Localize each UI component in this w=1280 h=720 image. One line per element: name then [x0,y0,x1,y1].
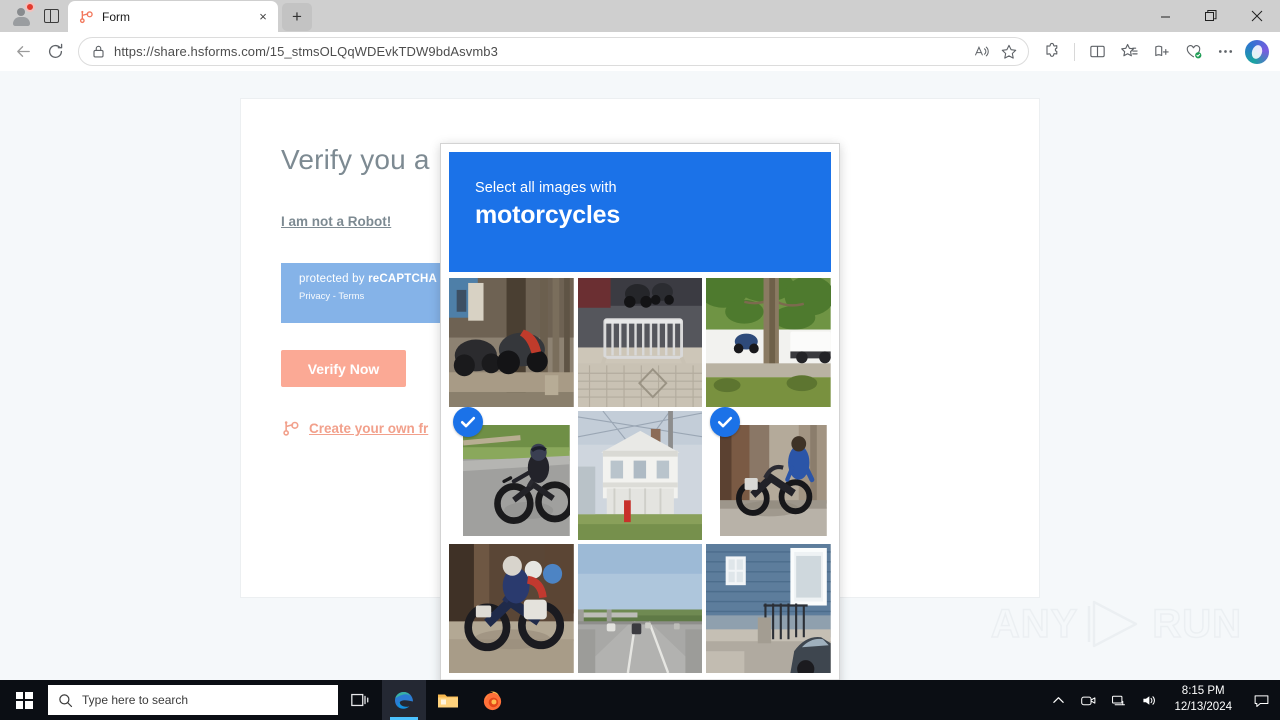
clock-time: 8:15 PM [1181,685,1225,698]
watermark-text-left: ANY [990,601,1079,647]
captcha-tile-6[interactable] [706,407,831,540]
recaptcha-prefix: protected by [299,273,369,285]
toolbar-divider [1074,42,1075,61]
notification-center-icon[interactable] [1248,680,1274,720]
captcha-tile-image-1 [449,278,574,407]
browser-toolbar: https://share.hsforms.com/15_stmsOLQqWDE… [0,32,1280,71]
captcha-tile-2[interactable] [577,278,703,407]
browser-window: Form × + https://share.hsforms.com/15_st… [0,0,1280,680]
page-viewport: Verify you a I am not a Robot! protected… [0,71,1280,680]
hubspot-sprocket-icon [283,421,299,436]
extensions-icon[interactable] [1037,37,1067,67]
start-button[interactable] [0,680,48,720]
close-button[interactable] [1234,0,1280,32]
clock-date: 12/13/2024 [1174,701,1232,713]
tab-close-icon[interactable]: × [254,8,272,26]
url-text: https://share.hsforms.com/15_stmsOLQqWDE… [114,44,498,59]
captcha-tile-9[interactable] [706,544,831,673]
captcha-tile-image-6 [720,425,827,536]
watermark-text-right: RUN [1152,601,1242,647]
tab-title: Form [102,9,130,24]
captcha-prompt-line1: Select all images with [475,180,617,196]
volume-icon[interactable] [1138,690,1158,710]
system-tray: 8:15 PM 12/13/2024 [1048,680,1280,720]
captcha-tile-1[interactable] [449,278,574,407]
captcha-tile-8[interactable] [577,544,703,673]
captcha-tile-image-9 [706,544,831,673]
captcha-prompt-line2: motorcycles [475,201,621,229]
task-view-icon[interactable] [338,680,382,720]
captcha-tile-7[interactable] [449,544,574,673]
tab-actions-icon[interactable] [40,5,62,27]
browser-essentials-icon[interactable] [1178,37,1208,67]
tile-selected-check-icon [453,407,483,437]
browser-titlebar: Form × + [0,0,1280,32]
recaptcha-brand: reCAPTCHA [368,273,437,285]
taskbar-search[interactable]: Type here to search [48,685,338,715]
captcha-tile-4[interactable] [449,407,574,540]
collections-icon[interactable] [1146,37,1176,67]
profile-notification-dot [25,2,35,12]
lock-icon [93,45,104,58]
captcha-prompt-header: Select all images with motorcycles [449,152,831,272]
refresh-icon[interactable] [40,37,70,67]
captcha-tile-image-7 [449,544,574,673]
captcha-tile-3[interactable] [706,278,831,407]
anyrun-watermark: ANY RUN [990,596,1242,652]
windows-logo-icon [15,691,33,709]
new-tab-button[interactable]: + [282,3,312,31]
show-hidden-icons-chevron[interactable] [1048,690,1068,710]
minimize-button[interactable] [1142,0,1188,32]
network-icon[interactable] [1108,690,1128,710]
taskbar-clock[interactable]: 8:15 PM 12/13/2024 [1168,684,1238,715]
profile-avatar[interactable] [8,2,35,29]
windows-taskbar: Type here to search 8:15 PM 12/13/2024 [0,680,1280,720]
search-icon [59,693,73,707]
verify-now-button[interactable]: Verify Now [281,350,406,387]
create-your-own-form-link[interactable]: Create your own fr [309,421,428,436]
favorite-star-icon[interactable] [996,39,1022,65]
captcha-image-grid [449,278,831,673]
edge-icon[interactable] [382,680,426,720]
copilot-icon[interactable] [1242,37,1272,67]
read-aloud-icon[interactable] [968,39,994,65]
captcha-tile-image-5 [577,411,703,540]
captcha-tile-image-8 [577,544,703,673]
titlebar-left-controls [0,0,62,32]
search-placeholder: Type here to search [82,693,189,707]
favorites-icon[interactable] [1114,37,1144,67]
address-bar-actions [968,39,1022,65]
anyrun-play-icon [1088,600,1138,648]
browser-tab-form[interactable]: Form × [68,1,278,32]
maximize-restore-button[interactable] [1188,0,1234,32]
captcha-tile-image-3 [706,278,831,407]
captcha-tile-image-2 [577,278,703,407]
file-explorer-icon[interactable] [426,680,470,720]
firefox-icon[interactable] [470,680,514,720]
captcha-footer: VERIFY [441,679,839,680]
split-screen-icon[interactable] [1082,37,1112,67]
camera-icon[interactable] [1078,690,1098,710]
captcha-tile-image-4 [463,425,570,536]
i-am-not-a-robot-link[interactable]: I am not a Robot! [281,214,391,229]
captcha-dialog: Select all images with motorcycles [440,143,840,680]
captcha-tile-5[interactable] [577,411,703,540]
address-bar[interactable]: https://share.hsforms.com/15_stmsOLQqWDE… [78,37,1029,66]
hubspot-sprocket-icon [79,10,93,23]
window-controls [1142,0,1280,32]
settings-more-icon[interactable] [1210,37,1240,67]
back-icon[interactable] [8,37,38,67]
